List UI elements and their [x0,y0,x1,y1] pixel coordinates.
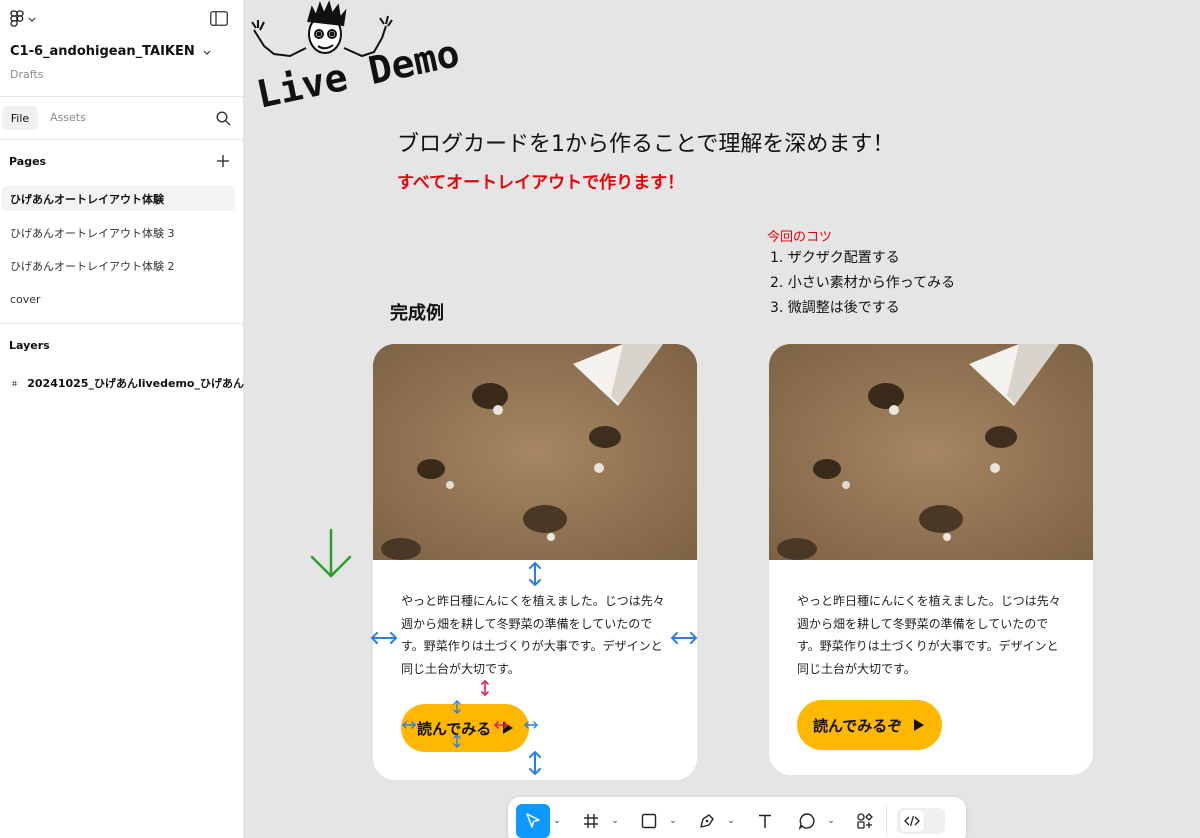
actions-tool[interactable] [848,804,882,838]
chevron-down-icon[interactable]: ⌄ [550,804,564,838]
file-name-button[interactable]: C1-6_andohigean_TAIKEN [10,44,211,59]
cursor-arrow-icon [526,813,540,828]
tab-assets[interactable]: Assets [50,111,86,124]
move-tool[interactable] [516,804,550,838]
chevron-down-icon[interactable]: ⌄ [824,804,838,838]
rectangle-icon [641,813,657,829]
text-t-icon [759,814,771,828]
file-name: C1-6_andohigean_TAIKEN [10,44,195,59]
tips-list: 1. ザクザク配置する 2. 小さい素材から作ってみる 3. 微調整は後でする [770,248,955,323]
tab-file[interactable]: File [2,106,38,130]
chevron-down-icon [28,17,36,22]
design-canvas[interactable]: Live Demo ブログカードを1から作ることで理解を深めます！ すべてオート… [245,0,1200,838]
headline[interactable]: ブログカードを1から作ることで理解を深めます！ [397,126,894,158]
layer-label: 20241025_ひげあんlivedemo_ひげあん [27,377,244,390]
main-menu-button[interactable] [10,10,36,28]
chevron-down-icon [203,50,211,55]
live-demo-logo: Live Demo [251,0,464,115]
toolbar-divider [886,806,887,836]
frame-hash-icon [12,380,18,386]
frame-tool[interactable] [574,804,608,838]
text-tool[interactable] [748,804,782,838]
live-demo-logo-text: Live Demo [253,31,464,115]
subheadline[interactable]: すべてオートレイアウトで作ります！ [397,168,684,193]
add-page-icon[interactable] [216,153,230,172]
page-item[interactable]: ひげあんオートレイアウト体験 3 [2,220,235,245]
pen-icon [700,814,714,828]
comment-bubble-icon [798,813,815,830]
blog-card-work[interactable]: やっと昨日種にんにくを植えました。じつは先々週から畑を耕して冬野菜の準備をしてい… [769,344,1093,775]
divider [0,96,244,97]
spacing-annotations [370,561,698,776]
figma-logo-icon [10,10,24,27]
play-triangle-icon [914,719,925,731]
pen-tool[interactable] [690,804,724,838]
divider [0,323,244,324]
comment-tool[interactable] [790,804,824,838]
layers-title: Layers [9,339,50,352]
soil-photo [373,344,697,560]
frame-hash-icon [584,814,598,828]
chevron-down-icon[interactable]: ⌄ [724,804,738,838]
tips-title[interactable]: 今回のコツ [767,226,832,245]
actions-shapes-icon [857,813,873,829]
file-location[interactable]: Drafts [10,68,43,81]
divider [0,139,244,140]
pages-title: Pages [9,155,47,168]
example-label[interactable]: 完成例 [390,299,444,325]
page-item[interactable]: cover [2,287,235,312]
read-more-button[interactable]: 読んでみるぞ [797,700,943,750]
toggle-sidebar-icon[interactable] [210,11,228,30]
page-item[interactable]: ひげあんオートレイアウト体験 2 [2,253,235,278]
tip-item[interactable]: 3. 微調整は後でする [770,298,955,323]
code-icon [900,810,924,832]
page-item[interactable]: ひげあんオートレイアウト体験 [2,186,235,211]
tip-item[interactable]: 2. 小さい素材から作ってみる [770,273,955,298]
bottom-toolbar: ⌄ ⌄ ⌄ ⌄ ⌄ [508,797,966,838]
chevron-down-icon[interactable]: ⌄ [666,804,680,838]
search-icon[interactable] [216,111,231,130]
left-sidebar: C1-6_andohigean_TAIKEN Drafts File Asset… [0,0,244,838]
shape-tool[interactable] [632,804,666,838]
chevron-down-icon[interactable]: ⌄ [608,804,622,838]
dev-mode-toggle[interactable] [897,808,945,834]
layer-item[interactable]: 20241025_ひげあんlivedemo_ひげあん [12,375,244,391]
card-body-text[interactable]: やっと昨日種にんにくを植えました。じつは先々週から畑を耕して冬野菜の準備をしてい… [797,590,1065,680]
down-arrow-icon [310,528,352,578]
read-more-label: 読んでみるぞ [813,716,903,735]
tip-item[interactable]: 1. ザクザク配置する [770,248,955,273]
soil-photo [769,344,1093,560]
